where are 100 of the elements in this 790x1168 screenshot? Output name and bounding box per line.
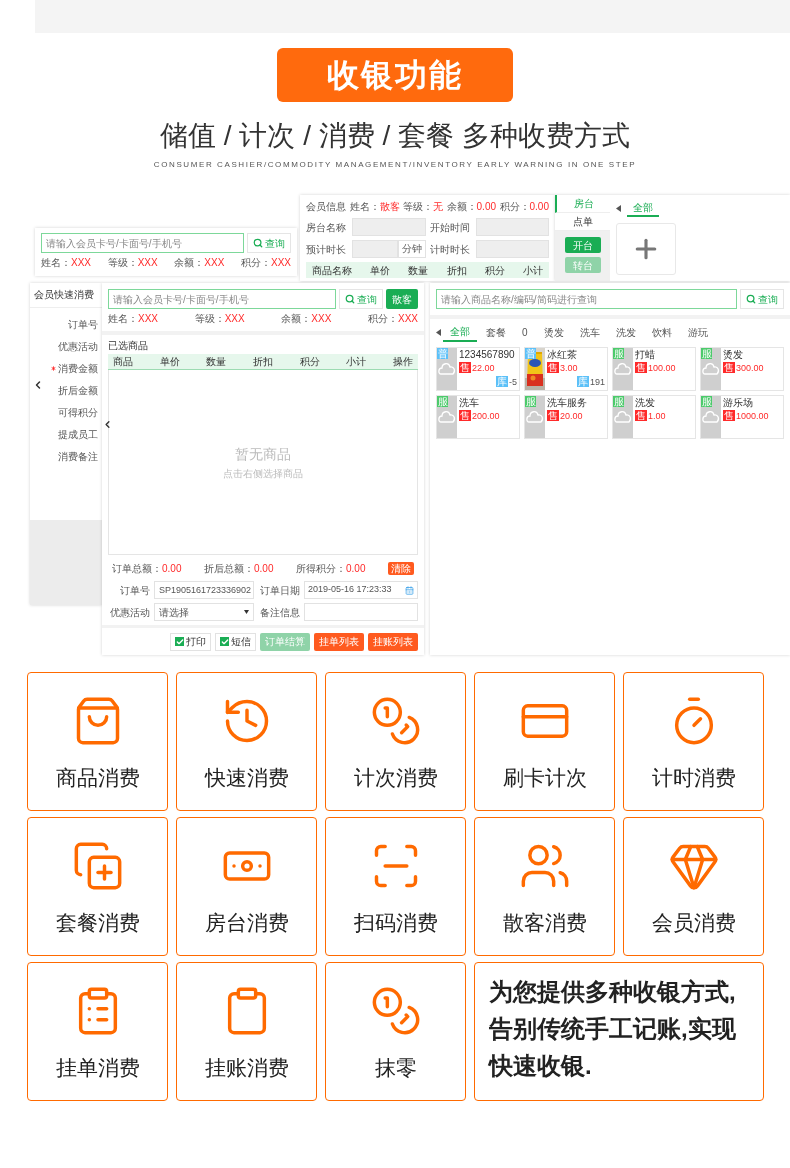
caret-left-icon[interactable]: [436, 328, 441, 336]
column-header: 操作: [392, 355, 413, 369]
price-text: 售 22.00: [459, 361, 496, 375]
column-header: 折扣: [252, 355, 273, 369]
product-card[interactable]: 服 烫发 售 300.00: [700, 347, 784, 391]
product-tag: 服: [613, 396, 624, 407]
form-label: 优惠活动: [58, 340, 98, 353]
input-field[interactable]: [304, 603, 418, 621]
caret-left-icon[interactable]: [616, 204, 621, 212]
product-card[interactable]: 普 1234567890 售 22.00 库 -5: [436, 347, 520, 391]
category-tab[interactable]: 饮料: [644, 322, 679, 342]
category-tab[interactable]: 游玩: [680, 322, 715, 342]
column-header: 数量: [408, 263, 429, 278]
checkbox-option[interactable]: 短信: [215, 632, 256, 651]
column-header: 单价: [370, 263, 391, 278]
column-header: 小计: [522, 263, 543, 278]
product-card[interactable]: 服 洗车服务 售 20.00: [524, 395, 608, 439]
search-icon: [746, 294, 756, 304]
form-label: 消费备注: [58, 450, 98, 463]
field-label: 计时时长: [429, 242, 471, 257]
price-text: 售 1000.00: [723, 409, 770, 423]
product-card[interactable]: 服 洗车 售 200.00: [436, 395, 520, 439]
side-tab[interactable]: 点单: [555, 213, 610, 231]
checkbox-option[interactable]: 打印: [170, 632, 211, 651]
input-field[interactable]: [475, 240, 549, 258]
feature-label: 挂单消费: [55, 1055, 140, 1081]
feature-label: 散客消费: [502, 910, 587, 936]
search-field[interactable]: 请输入会员卡号/卡面号/手机号: [41, 233, 244, 253]
feature-label: 计时消费: [651, 765, 736, 791]
checkbox[interactable]: [220, 637, 229, 646]
feature-label: 扫码消费: [353, 910, 438, 936]
product-name: 游乐场: [723, 396, 754, 409]
member-info-text: 等级：无: [403, 200, 444, 214]
product-card[interactable]: 普 冰红茶 售 3.00 库 191: [524, 347, 608, 391]
checkbox[interactable]: [175, 637, 184, 646]
field-label: 房台名称: [306, 220, 347, 235]
calendar-icon: [405, 585, 414, 595]
product-name: 冰红茶: [547, 348, 578, 361]
member-info-text: 折后总额：0.00: [204, 561, 274, 576]
category-tab[interactable]: 套餐: [479, 322, 513, 342]
date-field[interactable]: 2019-05-16 17:23:33: [304, 581, 418, 599]
field-label: 订单日期: [259, 583, 300, 598]
field-label: 备注信息: [259, 605, 300, 620]
price-text: 售 20.00: [547, 409, 584, 423]
field-label: 优惠活动: [109, 605, 150, 620]
check-icon: [220, 637, 229, 646]
column-header: 单价: [159, 355, 180, 369]
product-card[interactable]: 服 游乐场 售 1000.00: [700, 395, 784, 439]
image-placeholder-icon: [437, 348, 457, 390]
column-header: 小计: [346, 355, 367, 369]
category-tab[interactable]: 洗发: [608, 322, 643, 342]
search-field[interactable]: 请输入商品名称/编码/简码进行查询: [436, 289, 737, 309]
image-placeholder-icon: [701, 396, 721, 438]
price-text: 售 1.00: [635, 409, 667, 423]
product-card[interactable]: 服 洗发 售 1.00: [612, 395, 696, 439]
category-tab[interactable]: 烫发: [536, 322, 571, 342]
search-icon: [253, 238, 263, 248]
product-tag: 服: [437, 396, 448, 407]
feature-label: 抹零: [374, 1055, 417, 1081]
product-name: 烫发: [723, 348, 744, 361]
section-title: 已选商品: [108, 339, 149, 353]
member-info-text: 姓名：散客: [349, 200, 400, 214]
member-info-text: 订单总额：0.00: [112, 561, 182, 576]
feature-label: 刷卡计次: [502, 765, 587, 791]
member-info-label: 会员信息: [306, 200, 346, 214]
price-text: 售 3.00: [547, 361, 579, 375]
input-field[interactable]: [352, 218, 426, 236]
product-tag: 服: [525, 396, 536, 407]
feature-label: 快速消费: [204, 765, 289, 791]
price-text: 售 100.00: [635, 361, 677, 375]
member-info-text: 余额：XXX: [174, 256, 225, 270]
category-tab[interactable]: 洗车: [572, 322, 607, 342]
product-name: 洗发: [635, 396, 656, 409]
feature-label: 房台消费: [204, 910, 289, 936]
category-tab[interactable]: 0: [515, 322, 535, 342]
member-info-text: 所得积分：0.00: [296, 561, 366, 576]
member-info-text: 积分：XXX: [240, 256, 291, 270]
form-label: 消费金额: [58, 362, 98, 375]
input-field[interactable]: SP1905161723336902: [154, 581, 254, 599]
product-tag: 服: [613, 348, 624, 359]
input-field[interactable]: [475, 218, 549, 236]
product-name: 打蜡: [635, 348, 656, 361]
description-text: 为您提供多种收银方式,告别传统手工记账,实现快速收银.: [489, 977, 737, 1081]
member-info-text: 姓名：XXX: [108, 312, 158, 326]
dropdown-caret-icon: [244, 610, 249, 614]
tagline: CONSUMER CASHIER/COMMODITY MANAGEMENT/INVENTORY EARLY WARNING IN ONE STEP: [153, 160, 637, 170]
form-label: 提成员工: [58, 428, 98, 441]
product-name: 洗车: [459, 396, 480, 409]
member-info-text: 余额：0.00: [446, 200, 496, 214]
form-label: 可得积分: [58, 406, 98, 419]
title-banner: 收银功能: [277, 48, 513, 102]
input-field[interactable]: [352, 240, 398, 258]
form-label: 折后金额: [58, 384, 98, 397]
add-card[interactable]: [616, 223, 676, 275]
image-placeholder-icon: [613, 348, 633, 390]
product-card[interactable]: 服 打蜡 售 100.00: [612, 347, 696, 391]
field-label: 开始时间: [429, 220, 471, 235]
feature-label: 挂账消费: [204, 1055, 289, 1081]
search-field[interactable]: 请输入会员卡号/卡面号/手机号: [108, 289, 336, 309]
select-field[interactable]: 请选择: [154, 603, 254, 621]
